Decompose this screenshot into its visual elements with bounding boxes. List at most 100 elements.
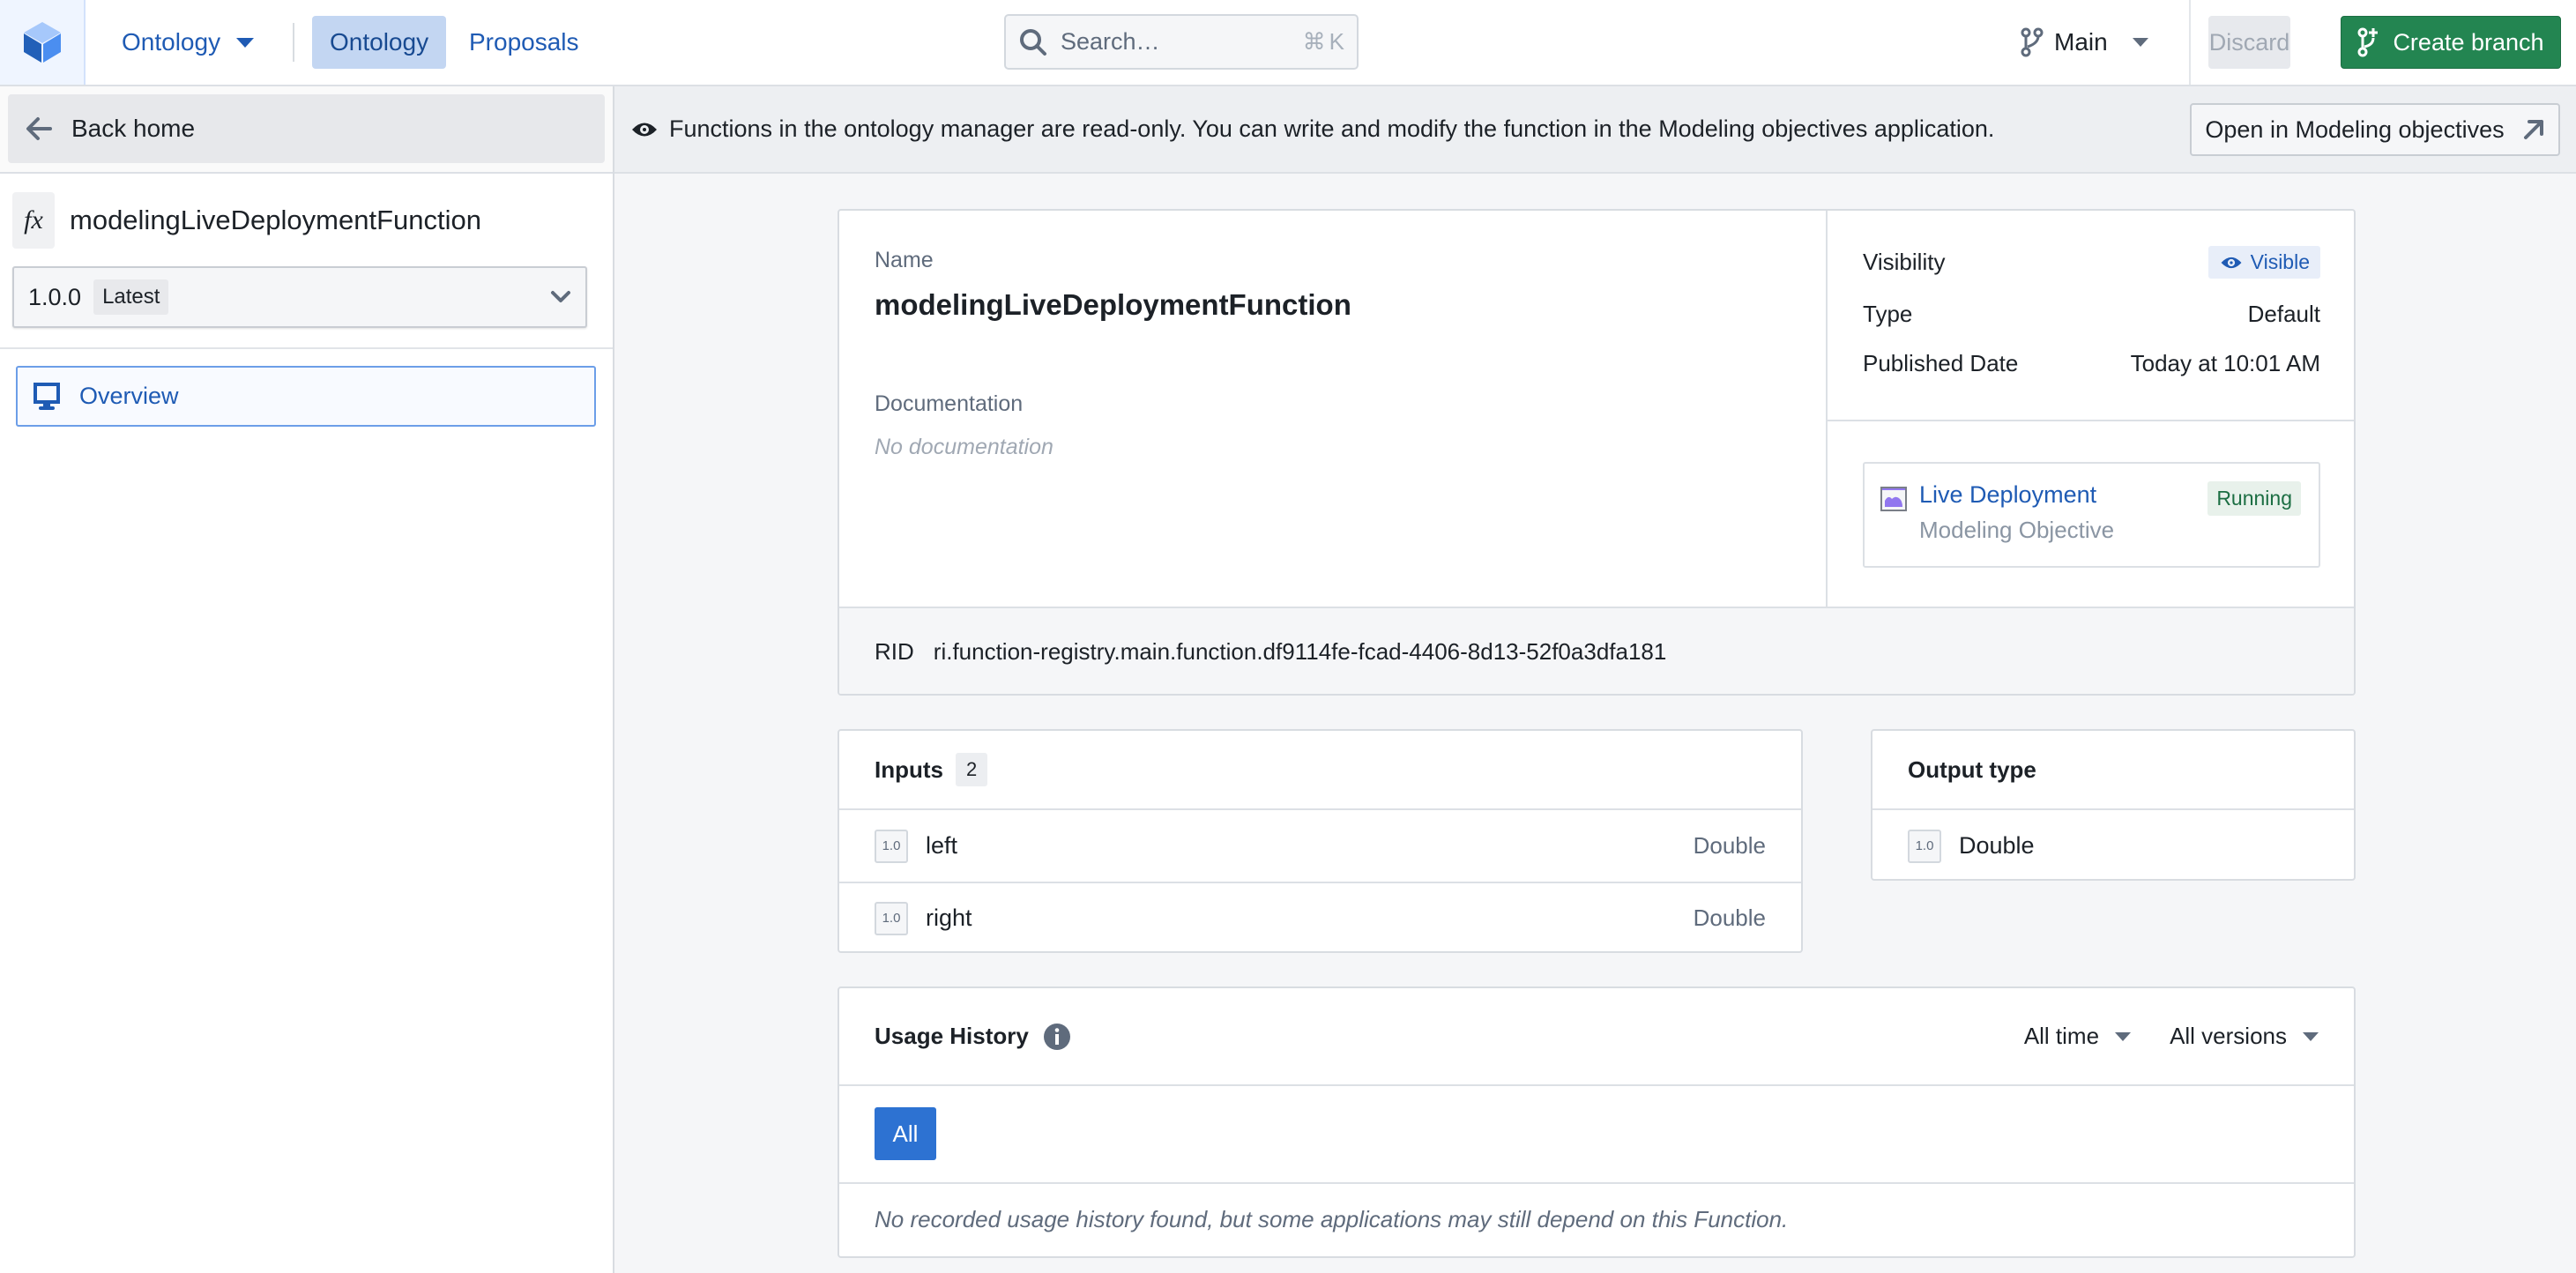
input-type: Double <box>1693 904 1766 931</box>
documentation-label: Documentation <box>875 391 1024 416</box>
version-filter-dropdown[interactable]: All versions <box>2170 1023 2319 1050</box>
back-area: Back home <box>0 86 613 174</box>
output-row: 1.0 Double <box>1872 810 2354 879</box>
back-home-button[interactable]: Back home <box>8 94 605 163</box>
output-type: Double <box>1959 832 2035 859</box>
function-icon: fx <box>12 192 55 249</box>
usage-title: Usage History <box>875 1023 1029 1049</box>
nav-divider <box>293 23 294 62</box>
tab-proposals[interactable]: Proposals <box>451 16 597 69</box>
double-type-icon: 1.0 <box>1908 829 1941 863</box>
latest-tag: Latest <box>93 279 169 315</box>
input-row: 1.0 right Double <box>839 882 1801 951</box>
open-in-modeling-objectives-button[interactable]: Open in Modeling objectives <box>2190 103 2560 156</box>
app-switcher-dropdown[interactable]: Ontology <box>122 16 255 69</box>
property-value: Today at 10:01 AM <box>2130 350 2320 376</box>
arrow-top-right-icon <box>2523 120 2543 139</box>
documentation-value: No documentation <box>875 435 1053 459</box>
banner-message: Functions in the ontology manager are re… <box>669 115 1995 142</box>
input-row: 1.0 left Double <box>839 810 1801 882</box>
inputs-header: Inputs 2 <box>839 731 1801 810</box>
create-branch-button[interactable]: Create branch <box>2341 16 2561 69</box>
double-type-icon: 1.0 <box>875 901 908 935</box>
property-visibility: Visibility Visible <box>1863 246 2320 279</box>
sidebar-divider <box>0 347 613 349</box>
branch-selector[interactable]: Main <box>2021 16 2148 69</box>
usage-history-card: Usage History All time All versions All … <box>838 986 2356 1258</box>
inputs-card: Inputs 2 1.0 left Double 1.0 right Doubl… <box>838 729 1803 953</box>
search-placeholder: Search… <box>1061 28 1160 55</box>
rid-label: RID <box>875 638 914 665</box>
read-only-banner: Functions in the ontology manager are re… <box>614 86 2576 174</box>
search-input[interactable]: Search… ⌘ K <box>1004 14 1359 70</box>
desktop-icon <box>34 382 60 410</box>
function-header: fx modelingLiveDeploymentFunction <box>12 192 481 249</box>
modeling-objective-icon <box>1880 487 1907 511</box>
app-switcher-label: Ontology <box>122 28 221 56</box>
usage-empty-message: No recorded usage history found, but som… <box>875 1206 1789 1232</box>
divider <box>1828 420 2354 421</box>
discard-button[interactable]: Discard <box>2208 16 2290 69</box>
usage-header: Usage History All time All versions <box>839 988 2354 1086</box>
usage-filters: All time All versions <box>2024 1023 2319 1050</box>
status-badge: Running <box>2207 481 2301 516</box>
caret-down-icon <box>2303 1031 2319 1041</box>
git-branch-plus-icon <box>2357 27 2379 57</box>
chevron-down-icon <box>551 291 570 302</box>
deployment-subtitle: Modeling Objective <box>1919 517 2115 543</box>
caret-down-icon <box>236 37 255 48</box>
back-home-label: Back home <box>71 115 196 142</box>
details-left-panel: Name modelingLiveDeploymentFunction Docu… <box>839 211 1828 607</box>
top-navbar: Ontology Ontology Proposals Search… ⌘ K … <box>0 0 2576 86</box>
eye-icon <box>632 123 657 136</box>
output-header: Output type <box>1872 731 2354 810</box>
property-label: Published Date <box>1863 350 2019 376</box>
command-key-icon: ⌘ <box>1302 28 1326 55</box>
visibility-value: Visible <box>2250 250 2310 273</box>
inputs-title: Inputs <box>875 756 943 783</box>
input-name: left <box>926 832 958 859</box>
caret-down-icon <box>2132 38 2148 47</box>
property-label: Type <box>1863 301 1913 327</box>
time-filter-label: All time <box>2023 1023 2100 1049</box>
property-value: Default <box>2247 301 2320 327</box>
output-type-card: Output type 1.0 Double <box>1871 729 2356 881</box>
inputs-count: 2 <box>956 753 988 786</box>
time-filter-dropdown[interactable]: All time <box>2023 1023 2132 1050</box>
function-details-card: Name modelingLiveDeploymentFunction Docu… <box>838 209 2356 696</box>
property-label: Visibility <box>1863 249 1946 275</box>
eye-icon <box>2221 257 2242 268</box>
rid-row: RID ri.function-registry.main.function.d… <box>839 607 2354 694</box>
header-divider <box>2189 0 2191 85</box>
shortcut-key: K <box>1329 28 1344 55</box>
divider <box>839 1182 2354 1184</box>
sidebar-item-overview[interactable]: Overview <box>16 366 596 427</box>
branch-label: Main <box>2054 28 2108 56</box>
property-type: Type Default <box>1863 301 2320 328</box>
name-value: modelingLiveDeploymentFunction <box>875 288 1351 321</box>
version-value: 1.0.0 <box>28 283 82 310</box>
all-filter-button[interactable]: All <box>875 1107 936 1160</box>
rid-value[interactable]: ri.function-registry.main.function.df911… <box>934 638 1667 666</box>
live-deployment-link[interactable]: Live Deployment <box>1919 481 2096 509</box>
version-filter-label: All versions <box>2170 1023 2287 1049</box>
search-icon <box>1020 28 1046 56</box>
search-shortcut: ⌘ K <box>1303 28 1344 56</box>
name-label: Name <box>875 248 934 272</box>
tab-ontology[interactable]: Ontology <box>312 16 447 69</box>
input-name: right <box>926 904 972 931</box>
usage-title-group: Usage History <box>875 1023 1071 1051</box>
open-button-label: Open in Modeling objectives <box>2205 115 2505 143</box>
git-branch-icon <box>2021 27 2044 57</box>
arrow-left-icon <box>26 117 52 140</box>
info-icon[interactable] <box>1043 1023 1071 1051</box>
property-published-date: Published Date Today at 10:01 AM <box>1863 350 2320 377</box>
visibility-tag: Visible <box>2207 246 2320 279</box>
double-type-icon: 1.0 <box>875 829 908 863</box>
create-branch-label: Create branch <box>2393 28 2544 56</box>
app-logo[interactable] <box>0 0 86 85</box>
caret-down-icon <box>2115 1031 2132 1041</box>
deployment-card: Live Deployment Modeling Objective Runni… <box>1863 462 2320 568</box>
function-name: modelingLiveDeploymentFunction <box>70 205 481 235</box>
version-select[interactable]: 1.0.0 Latest <box>12 266 587 328</box>
